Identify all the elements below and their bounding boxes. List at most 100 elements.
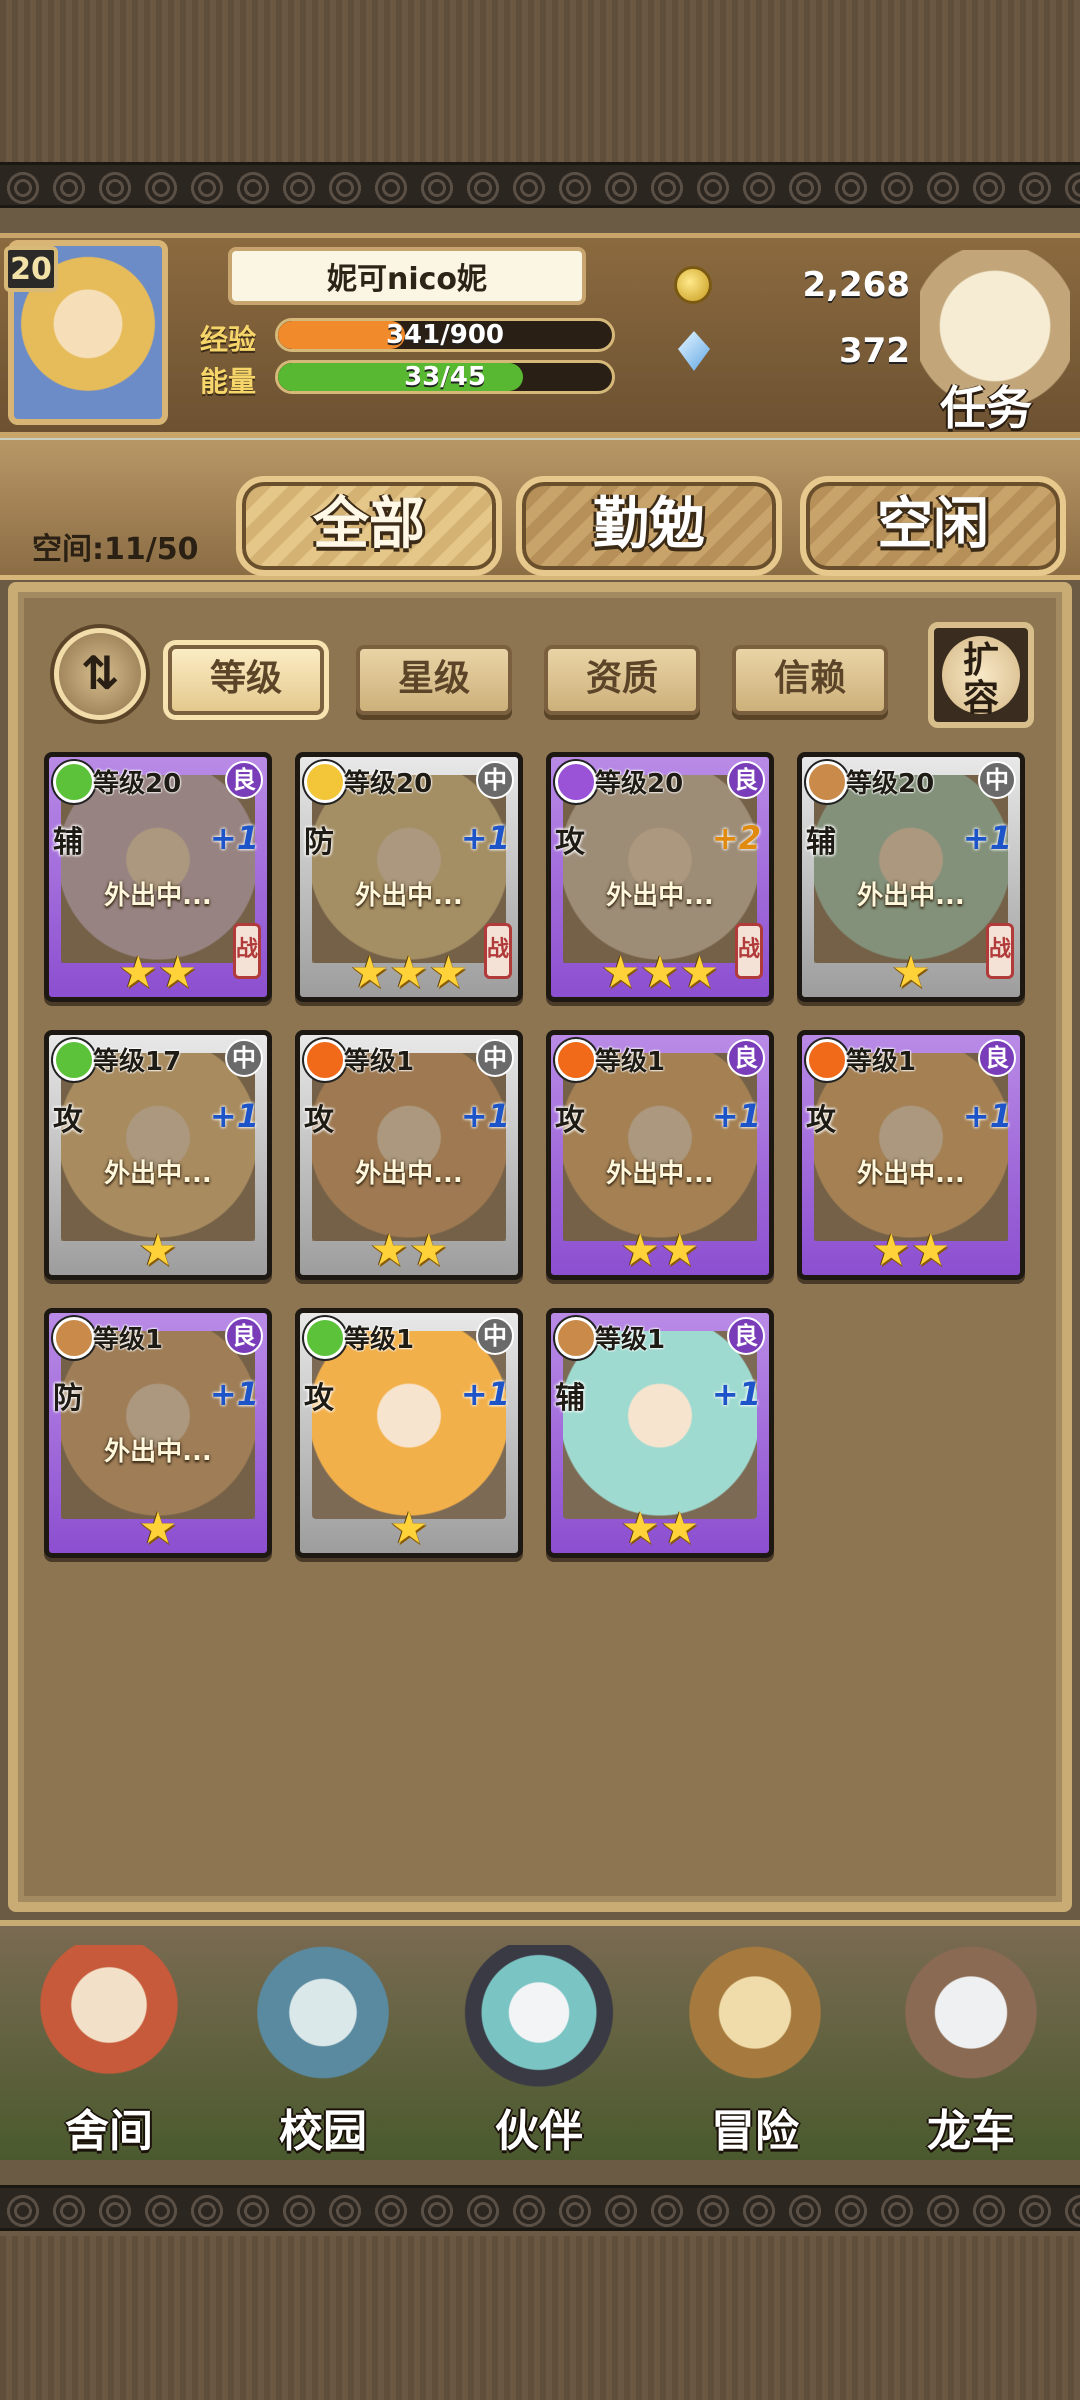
away-overlay — [814, 775, 1008, 963]
gold-coin-icon — [674, 266, 712, 304]
away-status: 外出中... — [104, 1159, 212, 1189]
partner-card[interactable]: 等级20 良攻 +2 外出中... 战 ★★★ — [546, 752, 774, 1002]
role-tag: 防 — [304, 825, 334, 860]
away-status: 外出中... — [355, 881, 463, 911]
light-element-icon — [304, 761, 346, 803]
telescope-map-icon — [670, 1945, 840, 2095]
partner-level: 等级1 — [93, 1325, 164, 1355]
currency-panel: 2,268 372 — [660, 258, 910, 408]
expand-capacity-button[interactable]: 扩 容 — [928, 622, 1034, 728]
coin-row: 2,268 — [660, 260, 910, 310]
bonus-value: +1 — [711, 1097, 761, 1135]
partner-card[interactable]: 等级20 良辅 +1 外出中... 战 ★★ — [44, 752, 272, 1002]
partner-level: 等级1 — [846, 1047, 917, 1077]
partner-card[interactable]: 等级17 中攻 +1 外出中... ★ — [44, 1030, 272, 1280]
earth-element-icon — [53, 1317, 95, 1359]
nav-dorm[interactable]: 舍间 — [4, 1935, 214, 2157]
away-status: 外出中... — [104, 881, 212, 911]
partner-card[interactable]: 等级1 中攻 +1 ★ — [295, 1308, 523, 1558]
partner-card[interactable]: 等级20 中防 +1 外出中... 战 ★★★ — [295, 752, 523, 1002]
nav-partner-label: 伙伴 — [495, 2106, 583, 2157]
quest-button[interactable]: 任务 — [940, 372, 1032, 438]
star-rating: ★ — [138, 1225, 178, 1276]
partner-level: 等级20 — [344, 769, 433, 799]
partner-card[interactable]: 等级1 中攻 +1 外出中... ★★ — [295, 1030, 523, 1280]
partner-level: 等级17 — [93, 1047, 182, 1077]
role-tag: 辅 — [806, 825, 836, 860]
bonus-value: +1 — [460, 1375, 510, 1413]
quality-badge: 中 — [476, 1317, 514, 1355]
bonus-value: +1 — [209, 1375, 259, 1413]
arcane-element-icon — [555, 761, 597, 803]
nav-dragon-cart-label: 龙车 — [927, 2106, 1015, 2157]
nav-campus-label: 校园 — [279, 2106, 367, 2157]
role-tag: 攻 — [304, 1103, 334, 1138]
away-overlay — [563, 1053, 757, 1241]
star-rating: ★★★ — [349, 947, 469, 998]
star-rating: ★★ — [620, 1225, 700, 1276]
bonus-value: +1 — [962, 1097, 1012, 1135]
grass-element-icon — [304, 1317, 346, 1359]
role-tag: 攻 — [555, 1103, 585, 1138]
away-status: 外出中... — [606, 1159, 714, 1189]
role-tag: 攻 — [53, 1103, 83, 1138]
star-rating: ★ — [138, 1503, 178, 1554]
expand-label-top: 扩 — [962, 640, 999, 681]
nav-dragon-cart[interactable]: 龙车 — [866, 1935, 1076, 2157]
partner-card[interactable]: 等级1 良攻 +1 外出中... ★★ — [797, 1030, 1025, 1280]
bonus-value: +2 — [711, 819, 761, 857]
bonus-value: +1 — [711, 1375, 761, 1413]
nav-dorm-label: 舍间 — [65, 2106, 153, 2157]
away-status: 外出中... — [857, 881, 965, 911]
filter-stars[interactable]: 星级 — [356, 645, 512, 715]
tab-idle[interactable]: 空闲 — [800, 476, 1066, 576]
bottom-decorative-band — [0, 2185, 1080, 2231]
nav-adventure-label: 冒险 — [711, 2106, 799, 2157]
away-status: 外出中... — [104, 1437, 212, 1467]
player-name: 妮可nico妮 — [228, 247, 586, 305]
tab-all[interactable]: 全部 — [236, 476, 502, 576]
away-status: 外出中... — [606, 881, 714, 911]
quality-badge: 良 — [225, 1317, 263, 1355]
energy-value: 33/45 — [404, 362, 486, 392]
role-tag: 攻 — [304, 1381, 334, 1416]
quality-badge: 中 — [225, 1039, 263, 1077]
partner-portrait — [312, 1331, 506, 1519]
filter-trust[interactable]: 信赖 — [732, 645, 888, 715]
star-rating: ★★ — [369, 1225, 449, 1276]
filter-level[interactable]: 等级 — [168, 645, 324, 715]
star-rating: ★★ — [118, 947, 198, 998]
storage-space-label: 空间:11/50 — [32, 532, 199, 567]
exp-bar: 341/900 — [275, 318, 615, 352]
nav-partner[interactable]: 伙伴 — [434, 1935, 644, 2157]
nav-adventure[interactable]: 冒险 — [650, 1935, 860, 2157]
nav-campus[interactable]: 校园 — [218, 1935, 428, 2157]
partner-card[interactable]: 等级20 中辅 +1 外出中... 战 ★ — [797, 752, 1025, 1002]
coin-amount: 2,268 — [802, 265, 910, 305]
expand-label: 扩 容 — [942, 636, 1020, 718]
quality-badge: 良 — [727, 1039, 765, 1077]
earth-element-icon — [555, 1317, 597, 1359]
quality-badge: 中 — [476, 761, 514, 799]
away-overlay — [814, 1053, 1008, 1241]
role-tag: 辅 — [555, 1381, 585, 1416]
quality-badge: 中 — [978, 761, 1016, 799]
exp-label: 经验 — [200, 323, 257, 356]
partner-level: 等级20 — [595, 769, 684, 799]
star-rating: ★★ — [620, 1503, 700, 1554]
crystal-gem-icon — [678, 331, 710, 371]
partner-card[interactable]: 等级1 良辅 +1 ★★ — [546, 1308, 774, 1558]
role-tag: 攻 — [806, 1103, 836, 1138]
away-overlay — [61, 775, 255, 963]
top-decorative-band — [0, 162, 1080, 208]
role-tag: 防 — [53, 1381, 83, 1416]
tab-diligent[interactable]: 勤勉 — [516, 476, 782, 576]
away-overlay — [563, 775, 757, 963]
role-tag: 辅 — [53, 825, 83, 860]
partner-card[interactable]: 等级1 良攻 +1 外出中... ★★ — [546, 1030, 774, 1280]
sort-order-button[interactable]: ⇅ — [54, 628, 146, 720]
bottom-background — [0, 2236, 1080, 2400]
filter-aptitude[interactable]: 资质 — [544, 645, 700, 715]
bonus-value: +1 — [962, 819, 1012, 857]
partner-card[interactable]: 等级1 良防 +1 外出中... ★ — [44, 1308, 272, 1558]
